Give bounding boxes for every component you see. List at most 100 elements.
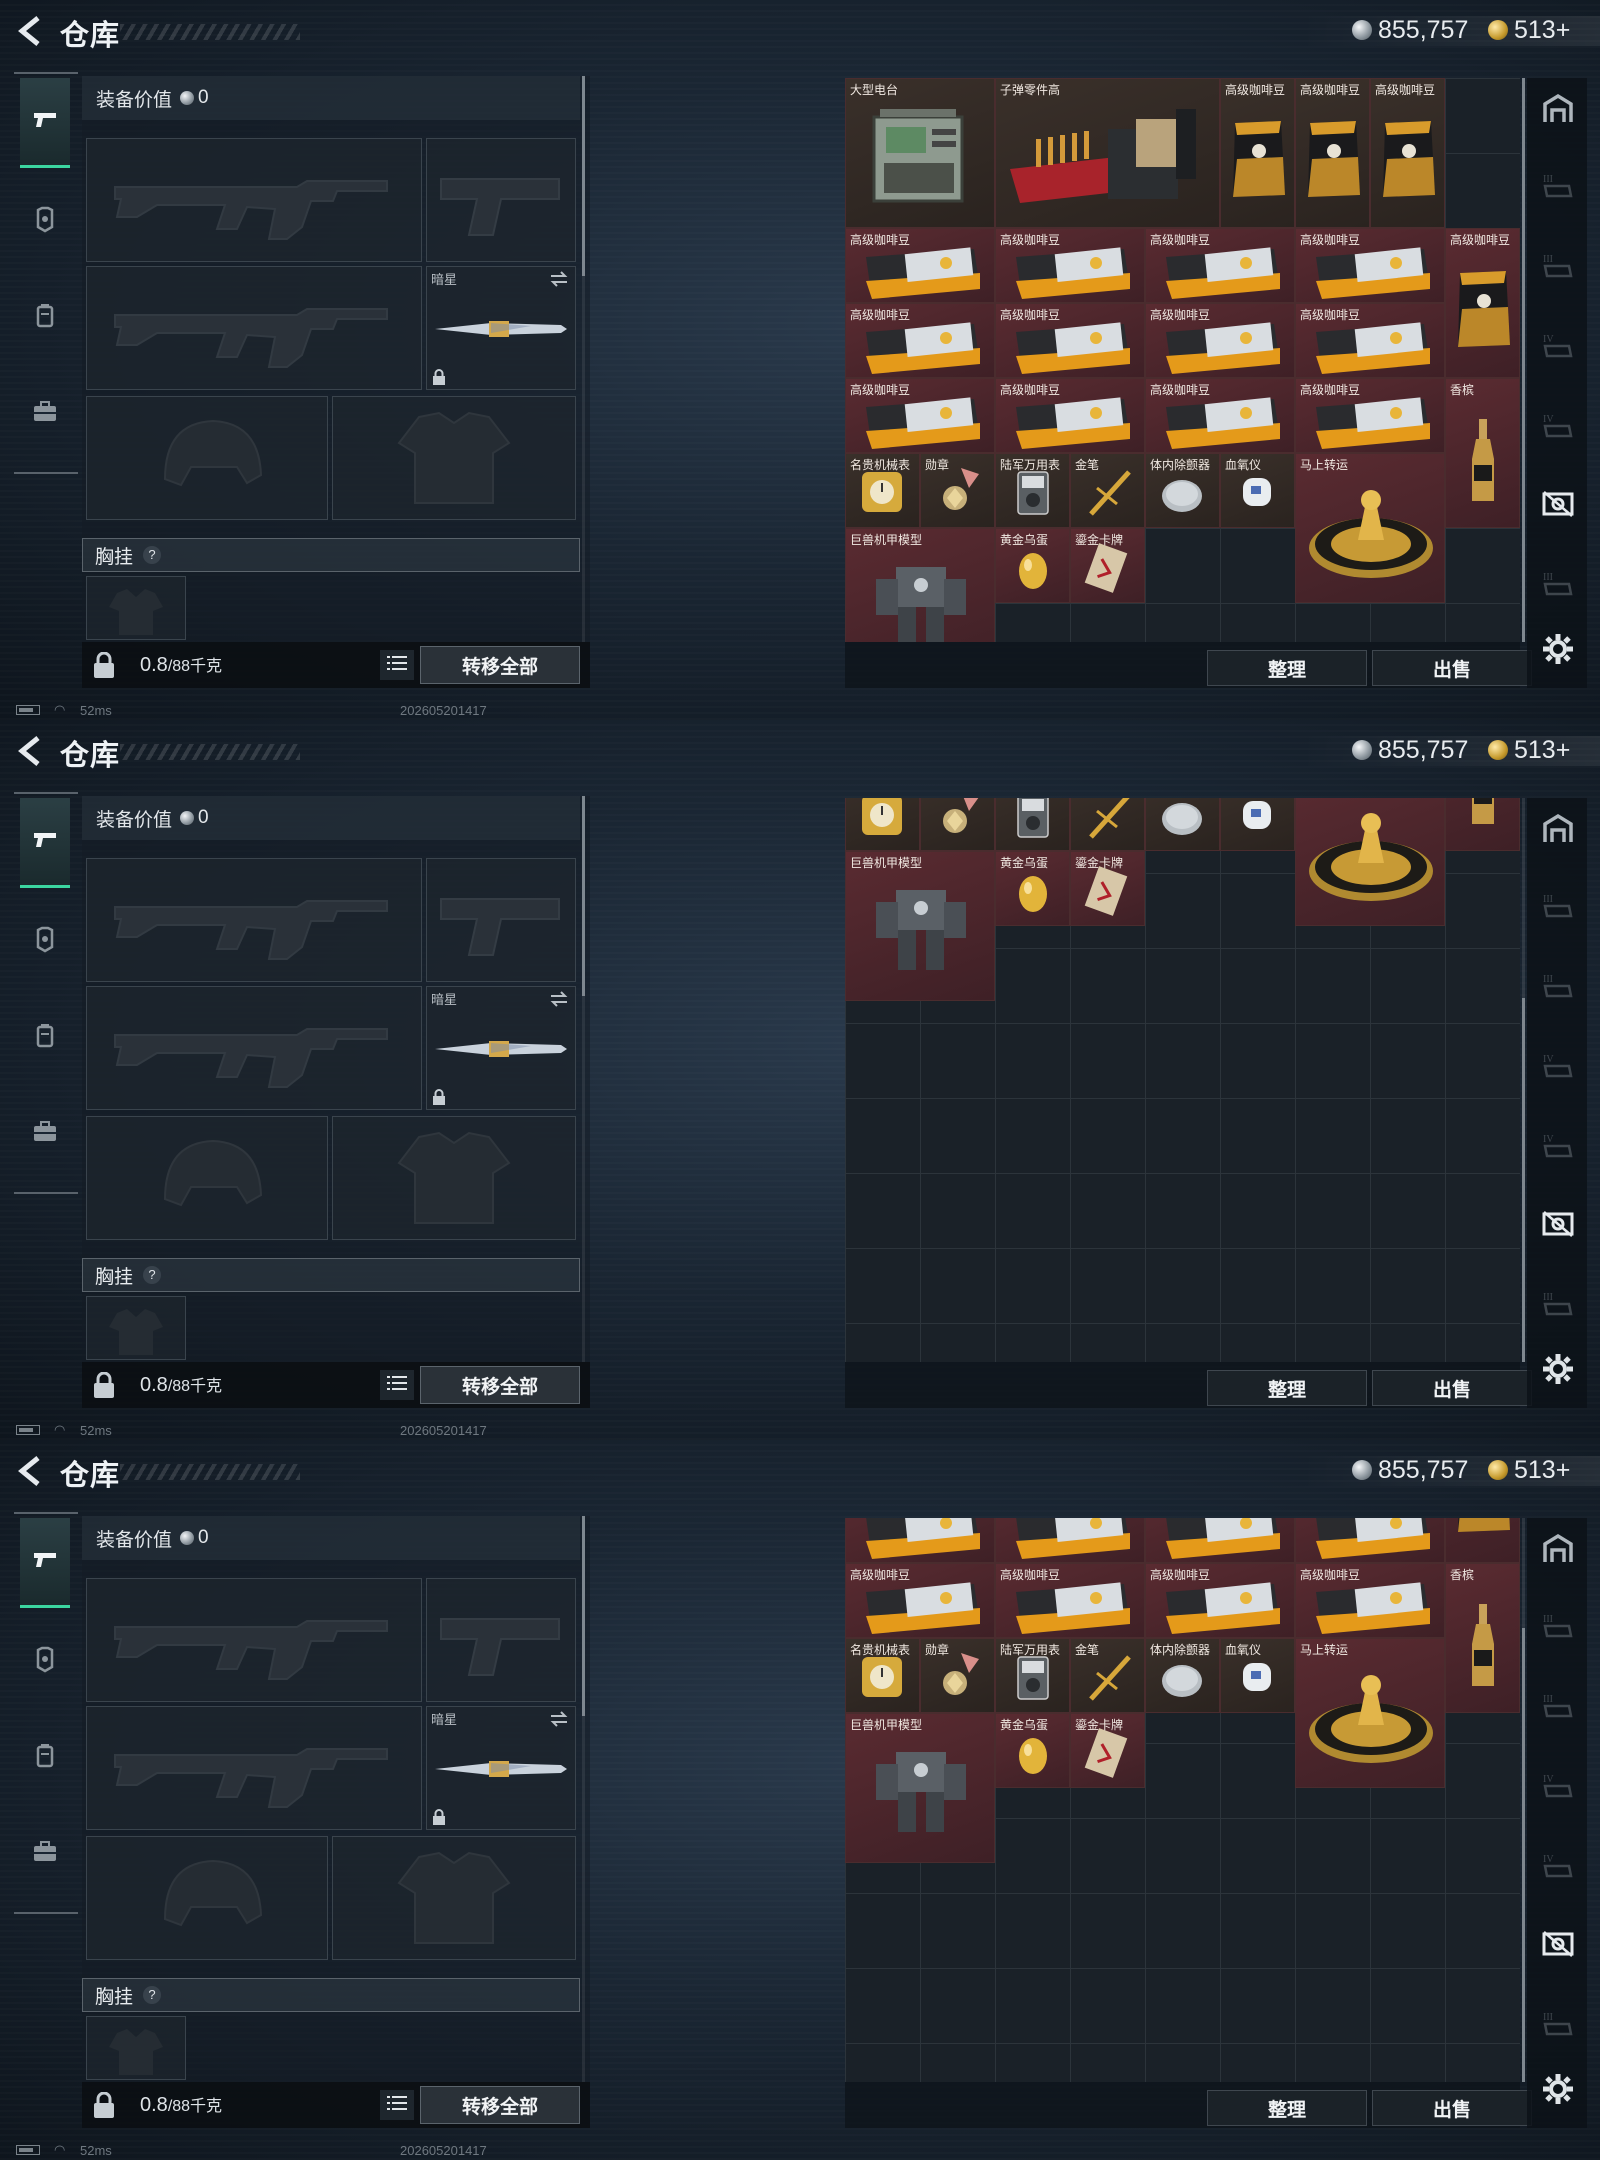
melee-weapon-slot[interactable]: 暗星 — [426, 1706, 576, 1830]
stash-item-gold-card[interactable]: 鎏金卡牌 — [1070, 1713, 1145, 1788]
stash-item-fortune-wheel[interactable]: 马上转运 — [1295, 453, 1445, 603]
stash-item-army-watch[interactable]: 陆军万用表 — [995, 798, 1070, 851]
stash-page-4-icon[interactable]: IV — [1541, 328, 1575, 362]
chest-rig-slot[interactable] — [86, 576, 186, 640]
stash-item-coffee[interactable]: 高级咖啡豆 — [1445, 1518, 1520, 1563]
stash-item-coffee[interactable]: 高级咖啡豆 — [1295, 303, 1445, 378]
stash-item-golden-egg[interactable]: 黄金乌蛋 — [995, 1713, 1070, 1788]
primary-weapon-slot[interactable] — [86, 138, 422, 262]
lock-icon[interactable] — [92, 651, 116, 678]
settings-gear-icon[interactable] — [1541, 2072, 1575, 2106]
stash-item-ammo-parts[interactable]: 子弹零件高 — [995, 78, 1220, 228]
silver-currency[interactable]: 855,757 — [1352, 732, 1468, 768]
stash-item-mech-model[interactable]: 巨兽机甲模型 — [845, 1713, 995, 1863]
stash-item-army-watch[interactable]: 陆军万用表 — [995, 453, 1070, 528]
stash-grid[interactable]: 大型电台 子弹零件高 高级咖啡豆 高级咖啡豆 高级咖啡豆 高级咖啡豆 高级咖啡豆 高级咖啡豆高… — [845, 78, 1520, 642]
stash-item-mech-model[interactable]: 巨兽机甲模型 — [845, 528, 995, 642]
tab-armor[interactable] — [20, 1616, 70, 1706]
stash-item-coffee[interactable]: 高级咖啡豆 — [845, 1518, 995, 1563]
tab-case[interactable] — [20, 1088, 70, 1178]
stash-page-3b-icon[interactable]: III — [1541, 968, 1575, 1002]
stash-page-3-icon[interactable]: III — [1541, 168, 1575, 202]
stash-item-oximeter[interactable]: 血氧仪 — [1220, 1638, 1295, 1713]
stash-item-coffee[interactable]: 高级咖啡豆 — [1145, 1563, 1295, 1638]
equipment-scroll-thumb[interactable] — [582, 796, 585, 996]
stash-item-coffee[interactable]: 高级咖啡豆 — [995, 303, 1145, 378]
stash-item-radio[interactable]: 大型电台 — [845, 78, 995, 228]
gold-currency[interactable]: 513+ — [1488, 1452, 1570, 1488]
stash-item-coffee[interactable]: 高级咖啡豆 — [1295, 228, 1445, 303]
primary-weapon-slot[interactable] — [86, 1578, 422, 1702]
sell-button[interactable]: 出售 — [1372, 1370, 1532, 1406]
melee-weapon-slot[interactable]: 暗星 — [426, 266, 576, 390]
list-view-button[interactable] — [380, 2090, 414, 2120]
stash-item-detector[interactable]: 体内除颤器 — [1145, 453, 1220, 528]
back-arrow-icon[interactable] — [14, 1454, 44, 1488]
sell-button[interactable]: 出售 — [1372, 650, 1532, 686]
stash-page-3b-icon[interactable]: III — [1541, 1688, 1575, 1722]
stash-item-coffee[interactable]: 高级咖啡豆 — [1295, 378, 1445, 453]
stash-grid[interactable]: 香槟 名贵机械表勋章陆军万用表金笔体内除颤器血氧仪马上转运 巨兽机甲模型 黄金乌蛋 鎏金… — [845, 798, 1520, 1362]
list-view-button[interactable] — [380, 1370, 414, 1400]
list-view-button[interactable] — [380, 650, 414, 680]
stash-item-coffee[interactable]: 高级咖啡豆 — [845, 228, 995, 303]
stash-item-coffee[interactable]: 高级咖啡豆 — [995, 1563, 1145, 1638]
gold-currency[interactable]: 513+ — [1488, 12, 1570, 48]
chest-rig-header[interactable]: 胸挂? — [82, 1978, 580, 2012]
settings-gear-icon[interactable] — [1541, 632, 1575, 666]
body-armor-slot[interactable] — [332, 1836, 576, 1960]
settings-gear-icon[interactable] — [1541, 1352, 1575, 1386]
stash-item-coffee[interactable]: 高级咖啡豆 — [1145, 228, 1295, 303]
lock-icon[interactable] — [92, 2091, 116, 2118]
tab-backpack[interactable] — [20, 992, 70, 1082]
stash-item-golden-egg[interactable]: 黄金乌蛋 — [995, 850, 1070, 926]
stash-item-coffee[interactable]: 高级咖啡豆 — [845, 1563, 995, 1638]
stash-page-3c-icon[interactable]: III — [1541, 1286, 1575, 1320]
stash-item-coffee[interactable]: 高级咖啡豆 — [1145, 1518, 1295, 1563]
stash-page-4-icon[interactable]: IV — [1541, 1768, 1575, 1802]
stash-home-icon[interactable] — [1541, 1532, 1575, 1566]
transfer-all-button[interactable]: 转移全部 — [420, 646, 580, 684]
stash-item-coffee[interactable]: 高级咖啡豆 — [845, 303, 995, 378]
equipment-scroll-thumb[interactable] — [582, 76, 585, 276]
stash-item-fortune-wheel[interactable]: 马上转运 — [1295, 1638, 1445, 1788]
stash-item-oximeter[interactable]: 血氧仪 — [1220, 453, 1295, 528]
stash-item-gold-card[interactable]: 鎏金卡牌 — [1070, 850, 1145, 926]
stash-item-watch[interactable]: 名贵机械表 — [845, 798, 920, 851]
stash-page-4-icon[interactable]: IV — [1541, 1048, 1575, 1082]
body-armor-slot[interactable] — [332, 396, 576, 520]
equipment-scroll-thumb[interactable] — [582, 1516, 585, 1716]
sort-button[interactable]: 整理 — [1207, 2090, 1367, 2126]
silver-currency[interactable]: 855,757 — [1352, 12, 1468, 48]
stash-item-detector[interactable]: 体内除颤器 — [1145, 1638, 1220, 1713]
sort-button[interactable]: 整理 — [1207, 650, 1367, 686]
screenshot-off-icon[interactable] — [1541, 486, 1575, 520]
tab-weapons[interactable] — [20, 1518, 70, 1608]
tab-weapons[interactable] — [20, 78, 70, 168]
tab-case[interactable] — [20, 1808, 70, 1898]
screenshot-off-icon[interactable] — [1541, 1206, 1575, 1240]
stash-item-golden-egg[interactable]: 黄金乌蛋 — [995, 528, 1070, 603]
stash-scroll-thumb[interactable] — [1522, 1628, 1525, 2082]
stash-grid[interactable]: 高级咖啡豆高级咖啡豆高级咖啡豆高级咖啡豆高级咖啡豆高级咖啡豆高级咖啡豆高级咖啡豆… — [845, 1518, 1520, 2082]
primary-weapon-slot[interactable] — [86, 858, 422, 982]
stash-page-4b-icon[interactable]: IV — [1541, 1848, 1575, 1882]
chest-rig-slot[interactable] — [86, 2016, 186, 2080]
stash-item-medal[interactable]: 勋章 — [920, 453, 995, 528]
stash-item-gold-pen[interactable]: 金笔 — [1070, 798, 1145, 851]
melee-weapon-slot[interactable]: 暗星 — [426, 986, 576, 1110]
tab-case[interactable] — [20, 368, 70, 458]
chest-rig-slot[interactable] — [86, 1296, 186, 1360]
stash-page-3b-icon[interactable]: III — [1541, 248, 1575, 282]
tab-armor[interactable] — [20, 176, 70, 266]
stash-item-mech-model[interactable]: 巨兽机甲模型 — [845, 850, 995, 1001]
stash-item-gold-pen[interactable]: 金笔 — [1070, 453, 1145, 528]
stash-item-coffee[interactable]: 高级咖啡豆 — [995, 378, 1145, 453]
stash-item-medal[interactable]: 勋章 — [920, 1638, 995, 1713]
stash-item-fortune-wheel[interactable]: 马上转运 — [1295, 798, 1445, 926]
stash-item-oximeter[interactable]: 血氧仪 — [1220, 798, 1295, 851]
chest-rig-header[interactable]: 胸挂? — [82, 538, 580, 572]
transfer-all-button[interactable]: 转移全部 — [420, 1366, 580, 1404]
stash-home-icon[interactable] — [1541, 92, 1575, 126]
stash-scroll-thumb[interactable] — [1522, 998, 1525, 1362]
